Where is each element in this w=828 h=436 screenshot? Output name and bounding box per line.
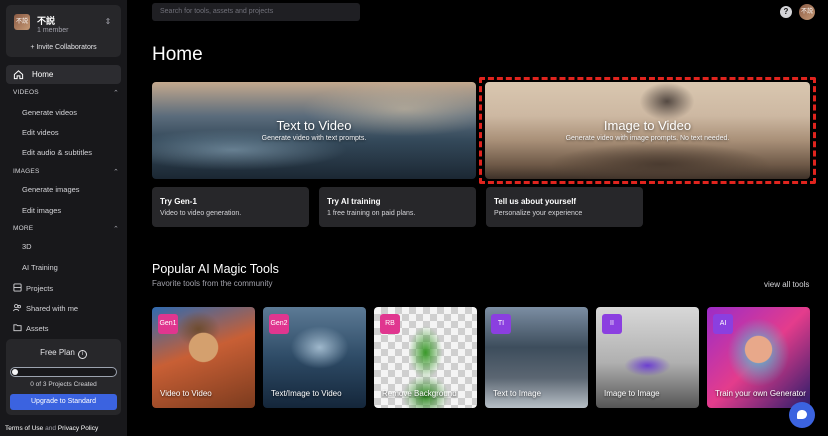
sidebar-item-label: Home [32,70,54,79]
projects-icon [13,283,22,292]
sidebar-item-label: Projects [26,284,54,293]
chevron-up-icon[interactable]: ⌃ [113,225,119,233]
page-title: Home [152,44,203,65]
workspace-avatar: 不説 [14,14,30,30]
folder-icon [13,324,22,332]
sidebar-item-edit-images[interactable]: Edit images [22,206,61,215]
try-gen1-card[interactable]: Try Gen-1 Video to video generation. [152,187,309,227]
sidebar-item-ai-training[interactable]: AI Training [22,263,58,272]
tool-badge: TI [491,314,511,334]
tools-section-title: Popular AI Magic Tools [152,262,279,276]
try-ai-training-card[interactable]: Try AI training 1 free training on paid … [319,187,476,227]
projects-progress-bar [10,367,117,377]
sidebar-item-projects[interactable]: Projects [13,283,53,293]
tools-section-subtitle: Favorite tools from the community [152,279,273,288]
card-title: Text to Video [276,118,352,133]
users-icon [13,304,21,312]
plan-card: Free Plan i 0 of 3 Projects Created Upgra… [6,339,121,415]
tool-badge: Gen2 [269,314,289,334]
upgrade-button[interactable]: Upgrade to Standard [10,394,117,410]
info-icon[interactable]: i [77,350,87,359]
tool-card-text-to-image[interactable]: TI Text to Image [485,307,588,408]
sidebar-item-edit-audio[interactable]: Edit audio & subtitles [22,148,92,157]
sidebar-item-assets[interactable]: Assets [13,323,49,333]
tool-card-remove-background[interactable]: RB Remove Background [374,307,477,408]
highlight-box [479,77,816,184]
invite-collaborators-link[interactable]: + Invite Collaborators [6,44,121,51]
privacy-link[interactable]: Privacy Policy [58,425,98,432]
sidebar-item-3d[interactable]: 3D [22,242,32,251]
tool-label: Remove Background [382,388,457,398]
tool-label: Video to Video [160,388,212,398]
tell-us-card[interactable]: Tell us about yourself Personalize your … [486,187,643,227]
search-input[interactable]: Search for tools, assets and projects [152,3,360,21]
text-to-video-card[interactable]: Text to Video Generate video with text p… [152,82,476,179]
tool-label: Image to Image [604,388,660,398]
workspace-name: 不説 [37,17,56,27]
chevron-up-down-icon[interactable]: ⇕ [102,16,114,28]
footer-links: Terms of Use and Privacy Policy [5,425,98,432]
section-more[interactable]: MORE [13,225,33,232]
progress-knob [12,369,18,375]
user-avatar[interactable]: 不説 [799,4,815,20]
card-subtitle: Video to video generation. [160,210,242,217]
section-videos[interactable]: VIDEOS [13,89,39,96]
sidebar-item-edit-videos[interactable]: Edit videos [22,128,59,137]
chevron-up-icon[interactable]: ⌃ [113,168,119,176]
view-all-tools-link[interactable]: view all tools [764,280,809,289]
tool-card-train-generator[interactable]: AI Train your own Generator [707,307,810,408]
projects-count: 0 of 3 Projects Created [30,381,97,388]
card-title: Tell us about yourself [494,197,577,206]
tool-badge: RB [380,314,400,334]
sidebar-item-label: Shared with me [26,304,79,313]
tool-badge: AI [713,314,733,334]
sidebar-item-label: Assets [26,324,49,333]
chevron-up-icon[interactable]: ⌃ [113,89,119,97]
plan-title: Free Plan i [6,348,121,359]
card-subtitle: Personalize your experience [494,210,583,217]
card-title: Try Gen-1 [160,197,197,206]
card-title: Try AI training [327,197,381,206]
sidebar-item-shared[interactable]: Shared with me [13,303,78,313]
search-placeholder: Search for tools, assets and projects [160,8,274,15]
home-icon [13,70,24,80]
sidebar-item-generate-images[interactable]: Generate images [22,185,80,194]
tool-label: Text to Image [493,388,542,398]
tool-label: Text/Image to Video [271,388,342,398]
sidebar-item-generate-videos[interactable]: Generate videos [22,108,77,117]
tool-badge: Gen1 [158,314,178,334]
workspace-switcher[interactable]: 不説 不説 1 member ⇕ + Invite Collaborators [6,5,121,57]
card-subtitle: Generate video with text prompts. [261,135,367,142]
tool-label: Train your own Generator [715,388,806,398]
tool-card-text-image-to-video[interactable]: Gen2 Text/Image to Video [263,307,366,408]
tool-card-video-to-video[interactable]: Gen1 Video to Video [152,307,255,408]
footer-and: and [45,425,56,432]
tool-badge: II [602,314,622,334]
sidebar-item-home[interactable]: Home [6,65,121,84]
workspace-members: 1 member [37,27,69,34]
card-subtitle: 1 free training on paid plans. [327,210,416,217]
help-icon[interactable]: ? [780,6,792,18]
tool-card-image-to-image[interactable]: II Image to Image [596,307,699,408]
chat-icon[interactable] [789,402,815,428]
sidebar: 不説 不説 1 member ⇕ + Invite Collaborators … [0,0,127,436]
section-images[interactable]: IMAGES [13,168,39,175]
terms-link[interactable]: Terms of Use [5,425,43,432]
